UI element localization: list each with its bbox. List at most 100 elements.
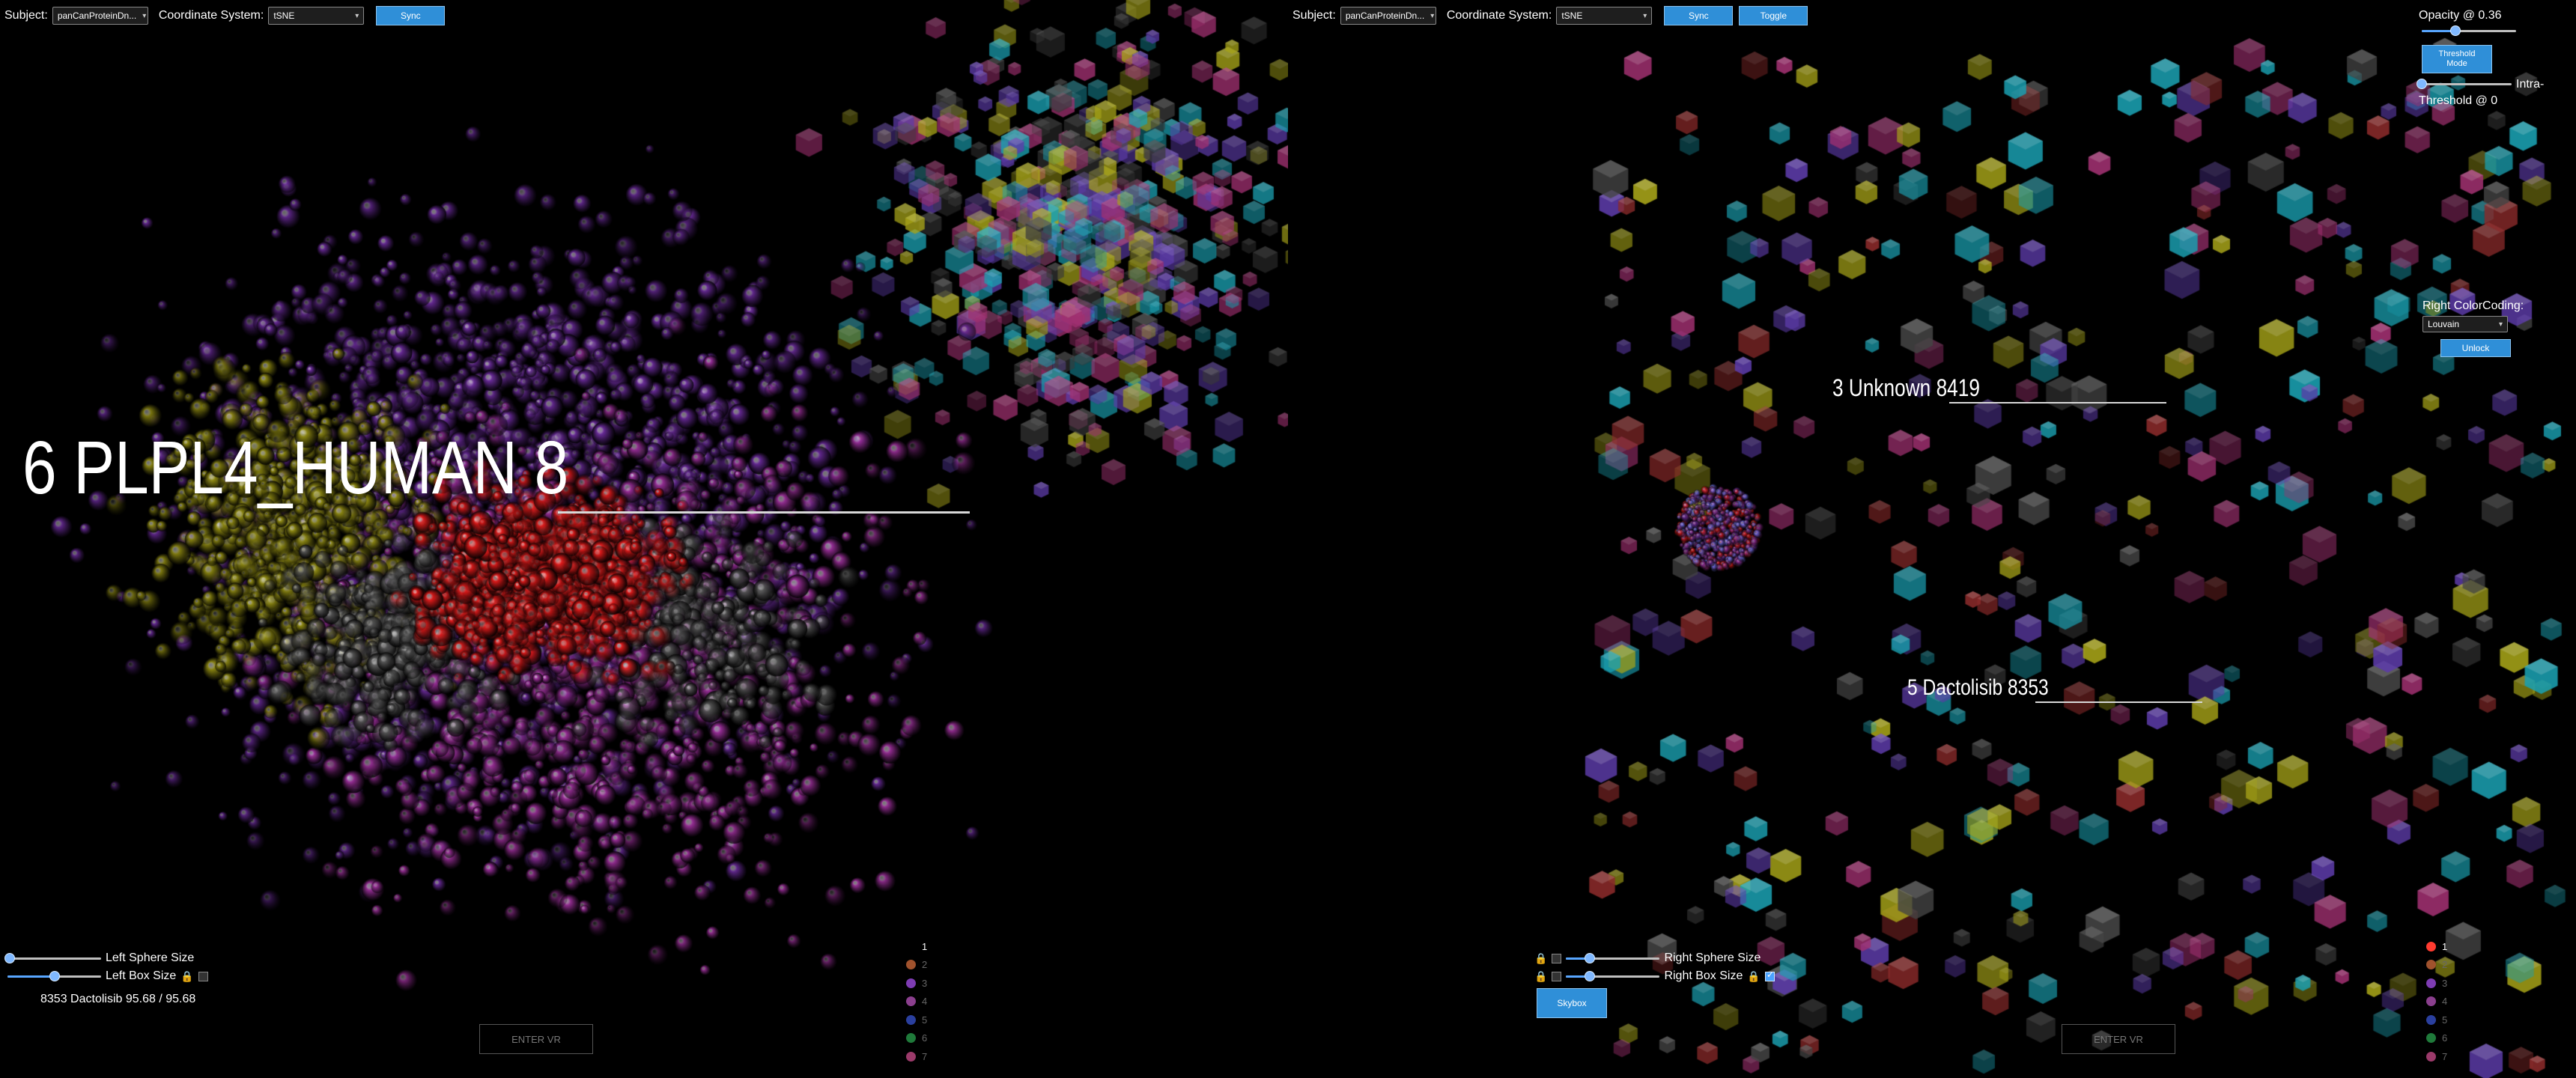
legend-swatch	[906, 1051, 916, 1062]
legend-label: 2	[922, 959, 928, 971]
left-box-size-checkbox[interactable]	[198, 971, 208, 981]
left-subject-select[interactable]: panCanProteinDn... ▾	[52, 7, 148, 25]
legend-label: 1	[922, 940, 928, 952]
right-legend-item: 1	[2426, 937, 2447, 956]
left-legend-item: 5	[906, 1011, 927, 1029]
left-subject-label: Subject:	[4, 9, 48, 22]
right-label-b-leader-line	[2035, 701, 2202, 703]
right-box-size-row: 🔒 Right Box Size 🔒	[1534, 969, 1775, 983]
opacity-slider[interactable]	[2422, 25, 2516, 37]
left-legend-item: 6	[906, 1029, 927, 1048]
right-box-size-label: Right Box Size	[1664, 969, 1743, 982]
right-coord-value: tSNE	[1561, 10, 1583, 21]
right-sphere-size-label: Right Sphere Size	[1664, 951, 1761, 964]
legend-label: 7	[922, 1050, 928, 1062]
left-legend-item: 7	[906, 1047, 927, 1066]
legend-label: 5	[922, 1014, 928, 1026]
lock-icon[interactable]: 🔒	[1534, 970, 1547, 983]
right-box-size-slider[interactable]	[1566, 970, 1660, 982]
opacity-label: Opacity @ 0.36	[2419, 9, 2502, 22]
left-viewport[interactable]: Subject: panCanProteinDn... ▾ Coordinate…	[0, 0, 1288, 1078]
left-label-leader-line	[558, 511, 970, 514]
legend-label: 6	[922, 1032, 928, 1044]
right-box-lock-checkbox[interactable]	[1552, 971, 1562, 981]
right-legend: 1 2 3 4 5 6 7	[2426, 937, 2447, 1066]
left-coord-value: tSNE	[273, 10, 295, 21]
left-sphere-size-label: Left Sphere Size	[106, 951, 195, 964]
right-legend-item: 7	[2426, 1047, 2447, 1066]
left-coord-select[interactable]: tSNE ▾	[268, 7, 365, 25]
legend-swatch	[2426, 960, 2436, 970]
unlock-button[interactable]: Unlock	[2440, 339, 2511, 357]
color-coding-select[interactable]: Louvain ▾	[2422, 316, 2508, 332]
legend-swatch	[906, 960, 916, 970]
threshold-mode-button[interactable]: Threshold Mode	[2422, 45, 2492, 73]
left-info-text: 8353 Dactolisib 95.68 / 95.68	[40, 993, 196, 1005]
right-subject-select[interactable]: panCanProteinDn... ▾	[1340, 7, 1436, 25]
left-box-size-slider[interactable]	[7, 970, 101, 982]
legend-swatch	[906, 996, 916, 1007]
left-3d-scene[interactable]	[0, 0, 1288, 1078]
intra-label: Intra-	[2516, 78, 2545, 91]
right-subject-value: panCanProteinDn...	[1345, 10, 1425, 21]
left-legend-item: 4	[906, 993, 927, 1011]
chevron-down-icon: ▾	[1643, 11, 1647, 20]
left-legend: 1 2 3 4 5 6 7	[906, 937, 927, 1066]
right-viewport[interactable]: Subject: panCanProteinDn... ▾ Coordinate…	[1288, 0, 2576, 1078]
threshold-label: Threshold @ 0	[2419, 94, 2498, 107]
legend-swatch	[2426, 1033, 2436, 1044]
lock-icon[interactable]: 🔒	[1534, 952, 1547, 965]
chevron-down-icon: ▾	[142, 11, 147, 20]
right-3d-scene[interactable]	[1288, 0, 2576, 1078]
right-enter-vr-button[interactable]: ENTER VR	[2062, 1024, 2175, 1054]
chevron-down-icon: ▾	[2498, 320, 2503, 329]
right-box-size-checkbox[interactable]	[1764, 969, 1775, 981]
lock-icon[interactable]: 🔒	[1747, 970, 1760, 983]
left-sphere-size-row: Left Sphere Size	[4, 951, 195, 965]
color-coding-value: Louvain	[2428, 319, 2460, 329]
legend-label: 3	[2442, 977, 2448, 989]
legend-label: 3	[922, 977, 928, 989]
legend-swatch	[2426, 978, 2436, 988]
right-legend-item: 4	[2426, 993, 2447, 1011]
right-toggle-button[interactable]: Toggle	[1739, 6, 1808, 25]
skybox-button[interactable]: Skybox	[1537, 988, 1607, 1018]
legend-label: 4	[922, 996, 928, 1008]
right-legend-item: 2	[2426, 956, 2447, 975]
lock-icon[interactable]: 🔒	[180, 970, 193, 983]
legend-label: 5	[2442, 1014, 2448, 1026]
color-coding-label: Right ColorCoding:	[2422, 299, 2524, 312]
legend-swatch	[906, 978, 916, 988]
left-node-label: 6 PLPL4_HUMAN 8	[22, 426, 569, 510]
right-legend-item: 6	[2426, 1029, 2447, 1048]
legend-label: 4	[2442, 996, 2448, 1008]
right-legend-item: 3	[2426, 974, 2447, 993]
right-toolbar: Subject: panCanProteinDn... ▾ Coordinate…	[1292, 6, 1808, 25]
right-coord-select[interactable]: tSNE ▾	[1556, 7, 1653, 25]
right-node-label-a: 3 Unknown 8419	[1832, 374, 1980, 401]
legend-swatch	[906, 941, 916, 951]
left-enter-vr-button[interactable]: ENTER VR	[479, 1024, 593, 1054]
legend-label: 6	[2442, 1032, 2448, 1044]
legend-swatch	[906, 1014, 916, 1025]
threshold-slider[interactable]	[2416, 78, 2512, 90]
left-legend-item: 3	[906, 974, 927, 993]
right-node-label-b: 5 Dactolisib 8353	[1907, 675, 2049, 700]
right-subject-label: Subject:	[1292, 9, 1336, 22]
left-sync-button[interactable]: Sync	[376, 6, 446, 25]
chevron-down-icon: ▾	[1430, 11, 1435, 20]
right-sphere-size-row: 🔒 Right Sphere Size	[1534, 951, 1761, 965]
legend-label: 1	[2442, 940, 2448, 952]
chevron-down-icon: ▾	[355, 11, 359, 20]
left-legend-item: 2	[906, 956, 927, 975]
right-legend-item: 5	[2426, 1011, 2447, 1029]
left-subject-value: panCanProteinDn...	[57, 10, 137, 21]
right-coord-label: Coordinate System:	[1446, 9, 1552, 22]
left-sphere-size-slider[interactable]	[4, 952, 101, 964]
right-sphere-lock-checkbox[interactable]	[1552, 953, 1562, 963]
left-box-size-label: Left Box Size	[106, 969, 177, 982]
right-sphere-size-slider[interactable]	[1566, 952, 1660, 964]
legend-swatch	[906, 1033, 916, 1044]
right-label-a-leader-line	[1949, 402, 2166, 404]
right-sync-button[interactable]: Sync	[1664, 6, 1734, 25]
